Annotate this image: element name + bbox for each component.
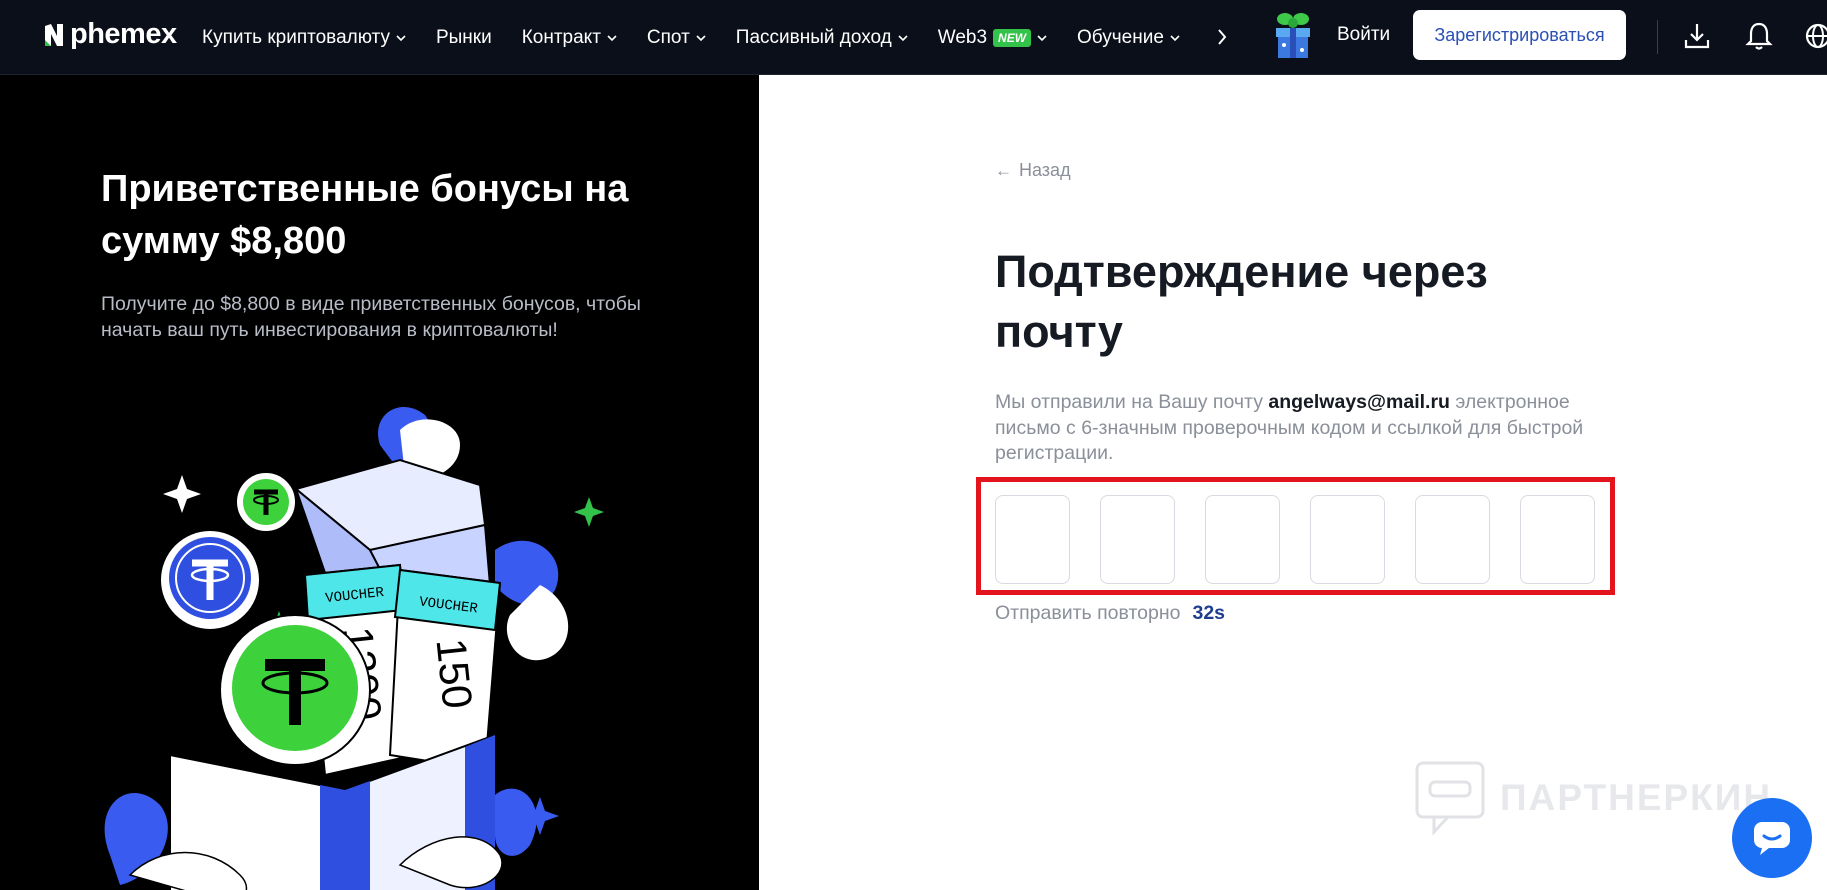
description-text: Мы отправили на Вашу почту	[995, 391, 1269, 413]
nav-item-buy-crypto[interactable]: Купить криптовалюту	[202, 27, 406, 49]
tether-coin-icon	[219, 614, 371, 766]
resend-countdown: 32s	[1192, 602, 1226, 624]
otp-digit-1[interactable]	[995, 495, 1070, 584]
back-arrow-icon: ←	[995, 160, 1012, 180]
nav-item-learn[interactable]: Обучение	[1077, 27, 1180, 49]
chevron-down-icon	[898, 34, 908, 41]
back-label: Назад	[1019, 160, 1071, 180]
bell-icon[interactable]	[1744, 20, 1774, 52]
nav-item-label: Рынки	[435, 26, 492, 48]
watermark-text: ПАРТНЕРКИН	[1500, 777, 1773, 818]
chevron-down-icon	[696, 34, 706, 41]
back-link[interactable]: ← Назад	[995, 160, 1071, 181]
register-button[interactable]: Зарегистрироваться	[1413, 10, 1626, 60]
chevron-down-icon	[1170, 34, 1180, 41]
chevron-down-icon	[1037, 34, 1047, 41]
phemex-logo[interactable]: phemex	[42, 18, 177, 51]
nav-item-passive-income[interactable]: Пассивный доход	[736, 27, 908, 49]
chat-icon	[1754, 822, 1790, 855]
email-address: angelways@mail.ru	[1268, 391, 1450, 413]
otp-digit-4[interactable]	[1310, 495, 1385, 584]
chat-button[interactable]	[1732, 798, 1812, 878]
nav-item-label: Купить криптовалюту	[202, 26, 390, 48]
gift-box-illustration: VOUCHER 1200 VOUCHER 150	[104, 406, 604, 890]
otp-digit-6[interactable]	[1520, 495, 1595, 584]
resend-code-link[interactable]: Отправить повторно	[995, 602, 1180, 625]
otp-digit-2[interactable]	[1100, 495, 1175, 584]
chevron-down-icon	[607, 34, 617, 41]
logo-text: phemex	[70, 18, 177, 50]
login-link[interactable]: Войти	[1337, 24, 1390, 46]
otp-digit-3[interactable]	[1205, 495, 1280, 584]
otp-digit-5[interactable]	[1415, 495, 1490, 584]
sparkle-icon	[163, 475, 201, 513]
nav-item-label: Спот	[646, 26, 690, 48]
promo-panel: Приветственные бонусы на сумму $8,800 По…	[0, 75, 759, 890]
page-title: Подтверждение через почту	[995, 246, 1488, 357]
sparkle-icon	[574, 497, 604, 527]
verification-description: Мы отправили на Вашу почту angelways@mai…	[995, 390, 1615, 467]
tether-coin-icon	[235, 471, 297, 533]
nav-menu: Купить криптовалюту Рынки Контракт Спот …	[202, 0, 1210, 75]
chevron-right-icon[interactable]	[1210, 24, 1234, 50]
nav-divider	[1657, 20, 1658, 54]
nav-item-label: Обучение	[1077, 26, 1164, 48]
resend-row: Отправить повторно 32s	[995, 602, 1225, 625]
nav-item-label: Web3	[937, 26, 988, 48]
nav-item-contract[interactable]: Контракт	[522, 27, 617, 49]
promo-title: Приветственные бонусы на сумму $8,800	[101, 168, 629, 262]
new-badge: NEW	[993, 28, 1032, 47]
tether-coin-icon	[159, 529, 261, 631]
promo-subtitle: Получите до $8,800 в виде приветственных…	[101, 293, 641, 341]
globe-icon[interactable]	[1803, 20, 1827, 52]
nav-item-label: Контракт	[521, 26, 601, 48]
chevron-down-icon	[396, 34, 406, 41]
otp-input-group	[995, 495, 1595, 584]
nav-item-label: Пассивный доход	[735, 26, 892, 48]
phemex-logo-mark	[45, 23, 63, 46]
top-navbar: phemex Купить криптовалюту Рынки Контрак…	[0, 0, 1827, 75]
watermark: ПАРТНЕРКИН	[1414, 760, 1772, 836]
nav-item-spot[interactable]: Спот	[647, 27, 706, 49]
download-icon[interactable]	[1682, 20, 1712, 52]
nav-item-web3[interactable]: Web3 NEW	[938, 27, 1047, 49]
gift-icon[interactable]	[1272, 10, 1314, 60]
watermark-logo-icon	[1415, 761, 1485, 836]
voucher-value: 150	[427, 636, 481, 711]
nav-item-markets[interactable]: Рынки	[436, 27, 492, 49]
